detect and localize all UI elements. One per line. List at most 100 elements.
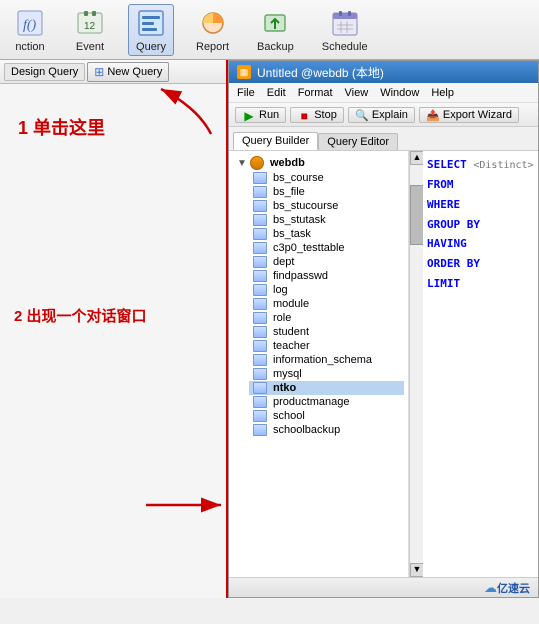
table-icon: [253, 284, 267, 296]
arrow-1-icon: [151, 84, 221, 139]
query-label: Query: [136, 41, 166, 53]
toolbar-schedule[interactable]: Schedule: [316, 5, 374, 55]
table-icon: [253, 228, 267, 240]
table-icon: [253, 256, 267, 268]
list-item[interactable]: log: [249, 283, 404, 297]
list-item[interactable]: school: [249, 409, 404, 423]
table-icon: [253, 172, 267, 184]
toolbar-backup[interactable]: Backup: [251, 5, 300, 55]
list-item[interactable]: mysql: [249, 367, 404, 381]
list-item[interactable]: c3p0_testtable: [249, 241, 404, 255]
menu-view[interactable]: View: [345, 87, 369, 99]
table-icon: [253, 214, 267, 226]
sql-select-keyword: SELECT: [427, 158, 467, 171]
explain-button[interactable]: 🔍 Explain: [348, 107, 415, 123]
list-item[interactable]: module: [249, 297, 404, 311]
tree-item-label: teacher: [273, 340, 310, 352]
tree-root-item[interactable]: ▼ webdb: [233, 155, 404, 171]
list-item[interactable]: bs_task: [249, 227, 404, 241]
tree-item-label: findpasswd: [273, 270, 328, 282]
sql-limit-keyword: LIMIT: [427, 277, 460, 290]
event-label: Event: [76, 41, 104, 53]
list-item[interactable]: bs_file: [249, 185, 404, 199]
export-wizard-label: Export Wizard: [443, 109, 512, 121]
export-wizard-button[interactable]: 📤 Export Wizard: [419, 107, 519, 123]
scroll-up-button[interactable]: ▲: [410, 151, 424, 165]
tree-item-label: information_schema: [273, 354, 372, 366]
logo-text: 亿速云: [497, 580, 530, 596]
tree-item-label: productmanage: [273, 396, 349, 408]
scroll-thumb[interactable]: [410, 185, 424, 245]
table-icon: [253, 186, 267, 198]
query-editor-tab[interactable]: Query Editor: [318, 133, 398, 150]
list-item[interactable]: ntko: [249, 381, 404, 395]
table-icon: [253, 298, 267, 310]
tree-toggle-icon: ▼: [237, 158, 247, 169]
table-icon: [253, 424, 267, 436]
query-builder-label: Query Builder: [242, 135, 309, 147]
menu-edit[interactable]: Edit: [267, 87, 286, 99]
schedule-label: Schedule: [322, 41, 368, 53]
new-query-tab[interactable]: ⊞ New Query: [87, 62, 169, 82]
list-item[interactable]: schoolbackup: [249, 423, 404, 437]
table-icon: [253, 368, 267, 380]
schedule-icon: [329, 7, 361, 39]
list-item[interactable]: dept: [249, 255, 404, 269]
tree-item-label: bs_file: [273, 186, 305, 198]
list-item[interactable]: productmanage: [249, 395, 404, 409]
menu-help[interactable]: Help: [431, 87, 454, 99]
list-item[interactable]: bs_stucourse: [249, 199, 404, 213]
toolbar-report[interactable]: Report: [190, 5, 235, 55]
menu-file[interactable]: File: [237, 87, 255, 99]
tree-item-label: bs_stucourse: [273, 200, 338, 212]
right-panel: ▦ Untitled @webdb (本地) File Edit Format …: [228, 60, 539, 598]
design-query-label: Design Query: [11, 66, 78, 78]
tree-scrollbar[interactable]: ▲ ▼: [409, 151, 423, 577]
table-icon: [253, 242, 267, 254]
toolbar-query[interactable]: Query: [128, 4, 174, 56]
new-query-label: New Query: [107, 66, 162, 78]
function-icon: f(): [14, 7, 46, 39]
menu-bar: File Edit Format View Window Help: [229, 83, 538, 103]
query-icon: [135, 7, 167, 39]
tree-panel[interactable]: ▼ webdb bs_course bs_file: [229, 151, 409, 577]
db-tree-icon: [250, 156, 264, 170]
sql-panel: SELECT <Distinct> FROM WHERE GROUP BY HA…: [423, 151, 538, 577]
tree-item-label: dept: [273, 256, 294, 268]
list-item[interactable]: bs_course: [249, 171, 404, 185]
list-item[interactable]: role: [249, 311, 404, 325]
tree-item-label: schoolbackup: [273, 424, 340, 436]
stop-button[interactable]: ■ Stop: [290, 107, 344, 123]
explain-icon: 🔍: [355, 109, 369, 121]
new-query-icon: ⊞: [94, 65, 104, 79]
list-item[interactable]: bs_stutask: [249, 213, 404, 227]
content-area: ▼ webdb bs_course bs_file: [229, 151, 538, 577]
tree-item-label: c3p0_testtable: [273, 242, 345, 254]
toolbar-event[interactable]: 12 Event: [68, 5, 112, 55]
table-icon: [253, 340, 267, 352]
run-button[interactable]: ▶ Run: [235, 107, 286, 123]
table-icon: [253, 200, 267, 212]
menu-format[interactable]: Format: [298, 87, 333, 99]
bottom-bar: ☁ 亿速云: [229, 577, 538, 597]
list-item[interactable]: teacher: [249, 339, 404, 353]
tree-item-label: bs_task: [273, 228, 311, 240]
design-query-tab[interactable]: Design Query: [4, 63, 85, 81]
table-icon: [253, 312, 267, 324]
tree-item-label: log: [273, 284, 288, 296]
query-builder-tab[interactable]: Query Builder: [233, 132, 318, 150]
svg-text:12: 12: [84, 21, 96, 32]
scroll-down-button[interactable]: ▼: [410, 563, 424, 577]
sql-distinct-hint: <Distinct>: [473, 160, 533, 171]
stop-icon: ■: [297, 109, 311, 121]
left-panel: Design Query ⊞ New Query 1 单击这里 2 出现一个对话…: [0, 60, 228, 598]
sub-toolbar: Design Query ⊞ New Query: [0, 60, 226, 84]
table-icon: [253, 410, 267, 422]
list-item[interactable]: findpasswd: [249, 269, 404, 283]
list-item[interactable]: student: [249, 325, 404, 339]
list-item[interactable]: information_schema: [249, 353, 404, 367]
toolbar-function[interactable]: f() nction: [8, 5, 52, 55]
event-icon: 12: [74, 7, 106, 39]
menu-window[interactable]: Window: [380, 87, 419, 99]
table-icon: [253, 396, 267, 408]
